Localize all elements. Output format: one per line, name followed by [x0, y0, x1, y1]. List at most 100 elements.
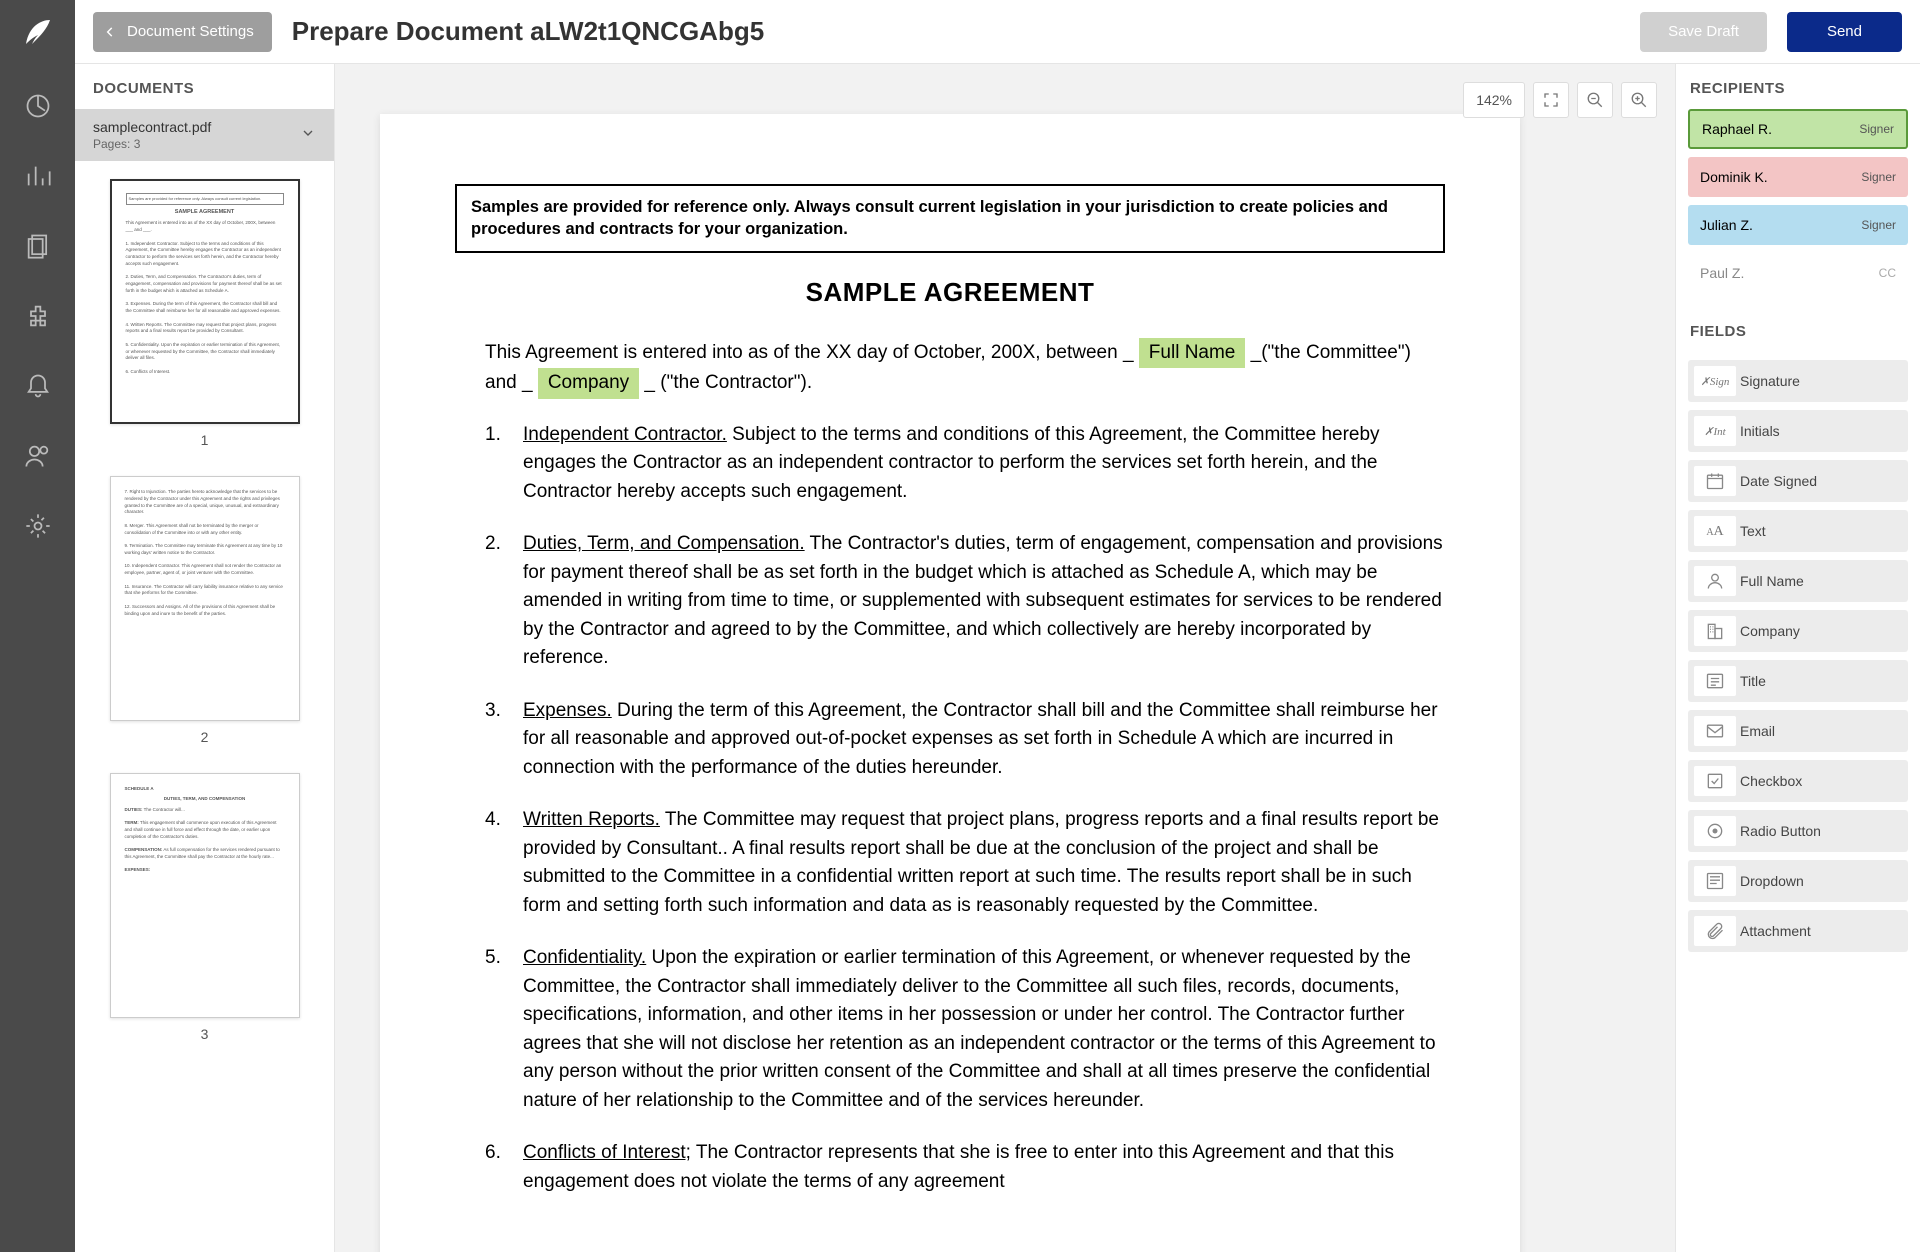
field-item-date[interactable]: Date Signed: [1688, 460, 1908, 502]
field-item-company[interactable]: Company: [1688, 610, 1908, 652]
page-thumb-3[interactable]: SCHEDULE A DUTIES, TERM, AND COMPENSATIO…: [110, 773, 300, 1042]
field-item-radio[interactable]: Radio Button: [1688, 810, 1908, 852]
viewer-controls: 142%: [1463, 82, 1657, 118]
dropdown-icon: [1694, 866, 1736, 896]
field-fullname-tag[interactable]: Full Name: [1139, 338, 1246, 369]
send-button[interactable]: Send: [1787, 12, 1902, 52]
documents-header: DOCUMENTS: [75, 64, 334, 109]
attachment-icon: [1694, 916, 1736, 946]
page-thumb-label: 1: [201, 432, 209, 448]
recipient-item[interactable]: Julian Z. Signer: [1688, 205, 1908, 245]
field-item-attachment[interactable]: Attachment: [1688, 910, 1908, 952]
recipient-name: Dominik K.: [1700, 169, 1768, 185]
field-label: Checkbox: [1740, 773, 1802, 789]
clause-item: Written Reports. The Committee may reque…: [485, 806, 1445, 920]
page-thumb-label: 3: [201, 1026, 209, 1042]
field-label: Date Signed: [1740, 473, 1817, 489]
intro-text: This Agreement is entered into as of the…: [485, 342, 1139, 363]
text-icon: AA: [1694, 516, 1736, 546]
clause-item: Independent Contractor. Subject to the t…: [485, 421, 1445, 507]
clause-item: Duties, Term, and Compensation. The Cont…: [485, 530, 1445, 673]
recipient-item[interactable]: Paul Z. CC: [1688, 253, 1908, 293]
recipient-name: Raphael R.: [1702, 121, 1772, 137]
document-file-pages: Pages: 3: [93, 137, 211, 151]
recipient-name: Julian Z.: [1700, 217, 1753, 233]
document-page[interactable]: Samples are provided for reference only.…: [380, 114, 1520, 1252]
recipient-item[interactable]: Raphael R.Signer: [1688, 109, 1908, 149]
field-item-person[interactable]: Full Name: [1688, 560, 1908, 602]
document-heading: SAMPLE AGREEMENT: [455, 277, 1445, 308]
back-button[interactable]: Document Settings: [93, 12, 272, 52]
email-icon: [1694, 716, 1736, 746]
field-item-email[interactable]: Email: [1688, 710, 1908, 752]
page-title: Prepare Document aLW2t1QNCGAbg5: [292, 16, 764, 47]
nav-dashboard-icon[interactable]: [0, 78, 75, 134]
clause-title: Confidentiality.: [523, 947, 646, 968]
clause-title: Expenses.: [523, 700, 612, 721]
field-label: Email: [1740, 723, 1775, 739]
clause-title: Independent Contractor.: [523, 424, 727, 445]
field-item-signature[interactable]: ✗SignSignature: [1688, 360, 1908, 402]
page-thumb-2[interactable]: 7. Right to Injunction. The parties here…: [110, 476, 300, 745]
notice-box: Samples are provided for reference only.…: [455, 184, 1445, 253]
clauses-list: Independent Contractor. Subject to the t…: [485, 421, 1445, 1197]
nav-analytics-icon[interactable]: [0, 148, 75, 204]
field-label: Title: [1740, 673, 1766, 689]
field-item-checkbox[interactable]: Checkbox: [1688, 760, 1908, 802]
field-label: Signature: [1740, 373, 1800, 389]
title-icon: [1694, 666, 1736, 696]
clause-title: Written Reports.: [523, 809, 660, 830]
document-intro: This Agreement is entered into as of the…: [485, 338, 1445, 399]
intro-text: _ ("the Contractor").: [639, 372, 812, 393]
documents-panel: DOCUMENTS samplecontract.pdf Pages: 3 Sa…: [75, 64, 335, 1252]
fields-list: ✗SignSignature✗IntInitialsDate SignedAAT…: [1676, 352, 1920, 972]
recipient-name: Paul Z.: [1700, 265, 1744, 281]
clause-title: Duties, Term, and Compensation.: [523, 533, 805, 554]
field-item-initials[interactable]: ✗IntInitials: [1688, 410, 1908, 452]
field-item-text[interactable]: AAText: [1688, 510, 1908, 552]
clause-item: Conflicts of Interest; The Contractor re…: [485, 1139, 1445, 1196]
clause-body: During the term of this Agreement, the C…: [523, 700, 1438, 778]
nav-documents-icon[interactable]: [0, 218, 75, 274]
nav-contacts-icon[interactable]: [0, 428, 75, 484]
recipients-list: Raphael R.SignerDominik K.SignerJulian Z…: [1676, 109, 1920, 293]
document-file-row[interactable]: samplecontract.pdf Pages: 3: [75, 109, 334, 161]
nav-integrations-icon[interactable]: [0, 288, 75, 344]
clause-body: The Committee may request that project p…: [523, 809, 1439, 916]
date-icon: [1694, 466, 1736, 496]
field-label: Full Name: [1740, 573, 1804, 589]
page-thumb-label: 2: [201, 729, 209, 745]
nav-settings-icon[interactable]: [0, 498, 75, 554]
field-company-tag[interactable]: Company: [538, 368, 639, 399]
clause-item: Confidentiality. Upon the expiration or …: [485, 944, 1445, 1115]
field-item-title[interactable]: Title: [1688, 660, 1908, 702]
zoom-out-button[interactable]: [1577, 82, 1613, 118]
initials-icon: ✗Int: [1694, 416, 1736, 446]
document-viewer: 142% Samples are provided for reference …: [335, 64, 1675, 1252]
document-file-name: samplecontract.pdf: [93, 119, 211, 135]
radio-icon: [1694, 816, 1736, 846]
fields-header: FIELDS: [1676, 307, 1920, 352]
field-label: Attachment: [1740, 923, 1811, 939]
save-draft-button[interactable]: Save Draft: [1640, 12, 1767, 52]
field-item-dropdown[interactable]: Dropdown: [1688, 860, 1908, 902]
nav-notify-icon[interactable]: [0, 358, 75, 414]
zoom-percent[interactable]: 142%: [1463, 82, 1525, 118]
zoom-in-button[interactable]: [1621, 82, 1657, 118]
recipient-role: CC: [1879, 266, 1896, 280]
field-label: Text: [1740, 523, 1766, 539]
right-panel: RECIPIENTS Raphael R.SignerDominik K.Sig…: [1675, 64, 1920, 1252]
recipient-item[interactable]: Dominik K.Signer: [1688, 157, 1908, 197]
topbar: Document Settings Prepare Document aLW2t…: [75, 0, 1920, 64]
fit-screen-button[interactable]: [1533, 82, 1569, 118]
app-logo[interactable]: [0, 0, 75, 64]
person-icon: [1694, 566, 1736, 596]
field-label: Radio Button: [1740, 823, 1821, 839]
signature-icon: ✗Sign: [1694, 366, 1736, 396]
page-thumb-1[interactable]: Samples are provided for reference only.…: [110, 179, 300, 448]
page-thumbnails: Samples are provided for reference only.…: [75, 161, 334, 1252]
recipients-header: RECIPIENTS: [1676, 64, 1920, 109]
recipient-role: Signer: [1861, 218, 1896, 232]
chevron-down-icon: [300, 125, 316, 146]
clause-title: Conflicts of Interest;: [523, 1142, 691, 1163]
